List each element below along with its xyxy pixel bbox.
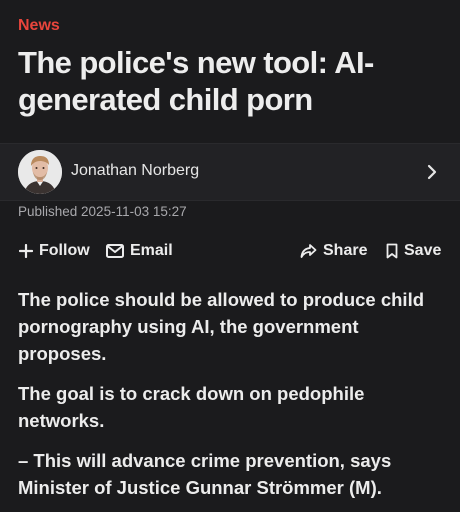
avatar-portrait [18, 150, 62, 194]
bookmark-icon [386, 243, 398, 259]
plus-icon [19, 244, 33, 258]
article-paragraph: The goal is to crack down on pedophile n… [18, 383, 365, 431]
author-card[interactable]: Jonathan Norberg [0, 143, 460, 201]
article-headline: The police's new tool: AI-generated chil… [18, 45, 374, 117]
follow-label: Follow [39, 242, 90, 259]
email-button[interactable]: Email [106, 240, 173, 262]
envelope-icon [106, 244, 124, 258]
share-arrow-icon [300, 244, 317, 258]
author-avatar [18, 150, 62, 194]
action-bar: Follow Email Share Save [0, 240, 460, 262]
chevron-right-icon[interactable] [424, 164, 440, 180]
article-paragraph: The police should be allowed to produce … [18, 289, 425, 364]
published-date: Published 2025-11-03 15:27 [18, 204, 187, 219]
section-label[interactable]: News [18, 17, 60, 35]
save-button[interactable]: Save [386, 240, 441, 262]
author-name: Jonathan Norberg [71, 162, 200, 179]
email-label: Email [130, 242, 173, 259]
share-label: Share [323, 242, 368, 259]
share-button[interactable]: Share [300, 240, 367, 262]
save-label: Save [404, 242, 442, 259]
article-paragraph: – This will advance crime prevention, sa… [18, 450, 392, 498]
follow-button[interactable]: Follow [19, 240, 90, 262]
